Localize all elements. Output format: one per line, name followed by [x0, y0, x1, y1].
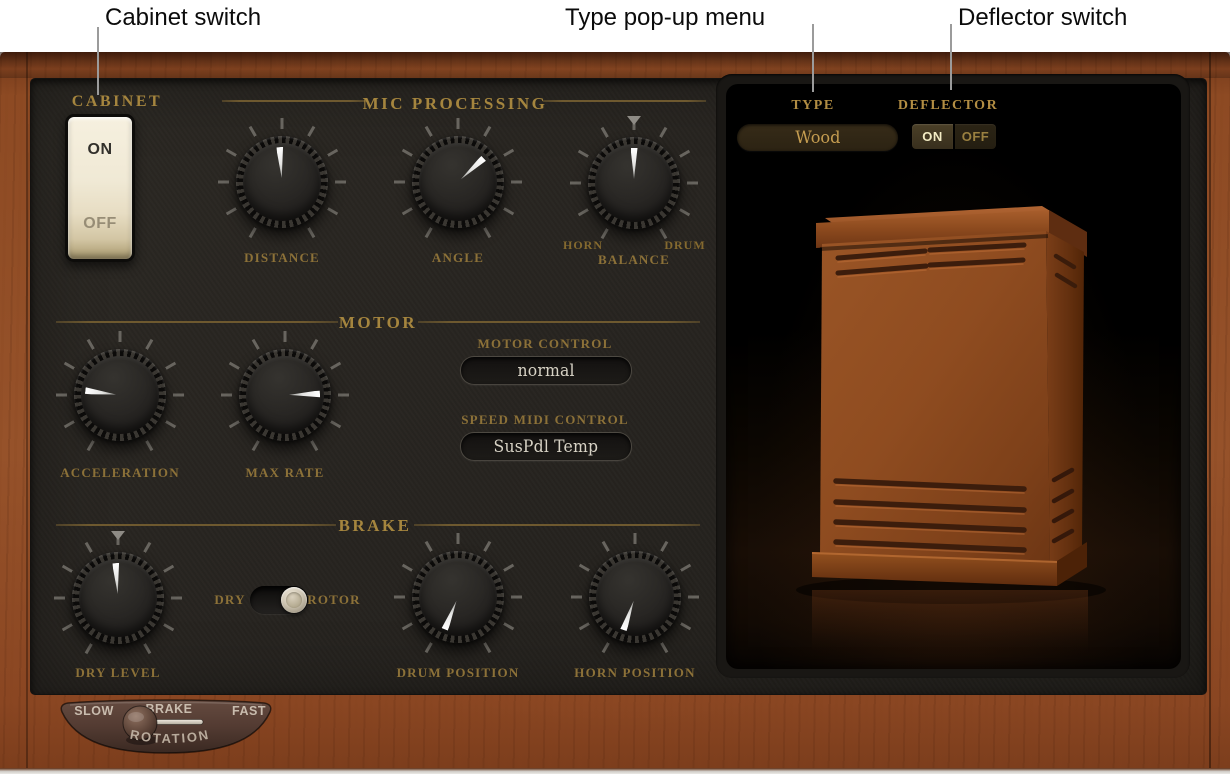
knob-body — [589, 551, 681, 643]
toggle-dry-label: DRY — [214, 592, 245, 608]
cabinet-display-screen: TYPE Wood DEFLECTOR ON OFF — [726, 84, 1181, 669]
motor-control-value: normal — [517, 361, 574, 381]
balance-label: BALANCE — [598, 252, 670, 268]
drum-position-knob[interactable] — [394, 533, 522, 661]
knob-body — [239, 349, 331, 441]
annotation-deflector-switch: Deflector switch — [958, 4, 1127, 32]
motor-control-label: MOTOR CONTROL — [478, 336, 613, 352]
distance-label: DISTANCE — [244, 250, 320, 266]
cabinet-3d-graphic — [726, 84, 1181, 669]
section-line — [543, 100, 706, 102]
section-line — [222, 100, 367, 102]
section-line — [414, 524, 700, 526]
mic-processing-title: MIC PROCESSING — [363, 94, 548, 114]
type-value: Wood — [795, 128, 840, 148]
knob-body — [412, 551, 504, 643]
balance-horn-label: HORN — [563, 238, 603, 253]
angle-knob[interactable] — [394, 118, 522, 246]
knob-needle — [240, 140, 323, 223]
deflector-off-button[interactable]: OFF — [955, 124, 996, 149]
dry-rotor-toggle[interactable] — [250, 586, 308, 614]
section-line — [56, 524, 336, 526]
callout-line-deflector — [950, 24, 952, 90]
cabinet-section-label: CABINET — [72, 93, 162, 111]
knob-needle — [595, 144, 673, 222]
window-bottom-edge — [0, 768, 1230, 774]
device-wood-frame: CABINET ON OFF MIC PROCESSING — [0, 52, 1230, 774]
knob-face — [596, 558, 674, 636]
knob-body — [74, 349, 166, 441]
balance-marker-icon — [627, 116, 641, 125]
deflector-switch: ON OFF — [912, 124, 996, 149]
knob-body — [412, 136, 504, 228]
balance-knob[interactable] — [570, 119, 698, 247]
speed-midi-control-popup[interactable]: SusPdl Temp — [460, 432, 632, 461]
cabinet-switch[interactable]: ON OFF — [65, 114, 135, 262]
type-popup-menu[interactable]: Wood — [737, 124, 898, 151]
acceleration-knob[interactable] — [56, 331, 184, 459]
max-rate-knob[interactable] — [221, 331, 349, 459]
acceleration-label: ACCELERATION — [60, 465, 180, 481]
deflector-on-button[interactable]: ON — [912, 124, 953, 149]
knob-face — [243, 143, 321, 221]
knob-needle — [77, 352, 164, 439]
horn-position-knob[interactable] — [571, 533, 699, 661]
annotation-cabinet-switch: Cabinet switch — [105, 4, 261, 32]
dry-level-knob[interactable] — [54, 534, 182, 662]
rotation-slow-label: SLOW — [74, 704, 114, 718]
knob-face — [419, 143, 497, 221]
cabinet-switch-off-label: OFF — [68, 215, 132, 233]
cabinet-switch-on-label: ON — [68, 141, 132, 159]
section-line — [418, 321, 700, 323]
dry-level-marker-icon — [111, 531, 125, 540]
annotation-type-popup: Type pop-up menu — [565, 4, 765, 32]
angle-label: ANGLE — [432, 250, 484, 266]
motor-title: MOTOR — [339, 313, 417, 333]
knob-needle — [76, 556, 159, 639]
callout-line-cabinet — [97, 27, 99, 95]
knob-face — [595, 144, 673, 222]
rotor-cabinet-plugin-window: Cabinet switch Type pop-up menu Deflecto… — [0, 0, 1230, 774]
rotation-switch-plate: SLOW BRAKE FAST ROTATION — [58, 698, 274, 754]
motor-control-popup[interactable]: normal — [460, 356, 632, 385]
toggle-thumb — [281, 587, 307, 613]
wood-seam — [26, 52, 28, 774]
max-rate-label: MAX RATE — [245, 465, 324, 481]
knob-face — [81, 356, 159, 434]
knob-face — [419, 558, 497, 636]
speed-midi-control-label: SPEED MIDI CONTROL — [461, 412, 629, 428]
knob-body — [588, 137, 680, 229]
callout-line-type — [812, 24, 814, 92]
knob-body — [236, 136, 328, 228]
knob-face — [246, 356, 324, 434]
horn-position-label: HORN POSITION — [574, 665, 695, 681]
knob-needle — [245, 355, 326, 436]
deflector-label: DEFLECTOR — [898, 98, 998, 114]
rotation-fast-label: FAST — [232, 704, 266, 718]
type-label: TYPE — [791, 98, 834, 114]
speed-midi-control-value: SusPdl Temp — [494, 437, 599, 457]
knob-face — [79, 559, 157, 637]
wood-seam — [1209, 52, 1211, 774]
knob-body — [72, 552, 164, 644]
drum-position-label: DRUM POSITION — [397, 665, 520, 681]
distance-knob[interactable] — [218, 118, 346, 246]
balance-drum-label: DRUM — [664, 238, 705, 253]
dry-level-label: DRY LEVEL — [75, 665, 160, 681]
toggle-rotor-label: ROTOR — [307, 592, 360, 608]
section-line — [56, 321, 338, 323]
rotation-slider-track[interactable] — [155, 720, 203, 725]
